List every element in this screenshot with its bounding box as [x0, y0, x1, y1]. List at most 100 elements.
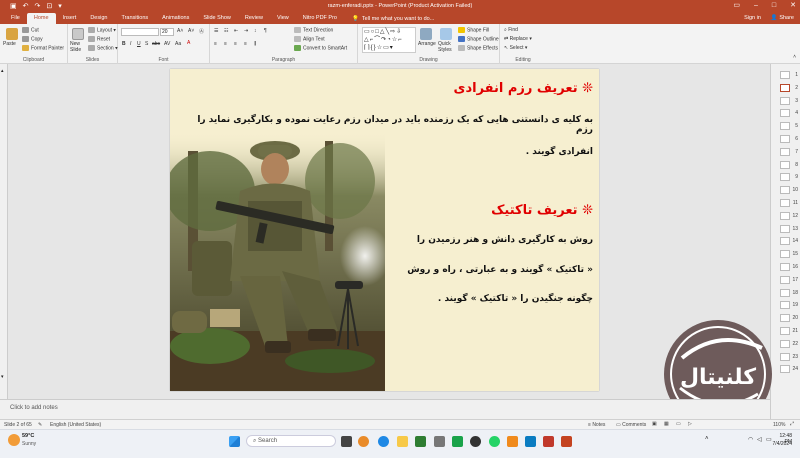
quick-styles-icon[interactable]	[440, 28, 452, 40]
notes-toggle[interactable]: ≡ Notes	[588, 422, 605, 428]
slide-thumbnail[interactable]: 10	[772, 185, 800, 196]
tray-overflow-icon[interactable]: ˄	[705, 436, 709, 442]
align-center-icon[interactable]: ≡	[224, 41, 227, 47]
align-right-icon[interactable]: ≡	[234, 41, 237, 47]
vlc-icon[interactable]	[507, 436, 518, 447]
slide-thumbnail[interactable]: 12	[772, 211, 800, 222]
char-spacing-button[interactable]: AV	[164, 41, 170, 47]
volume-icon[interactable]: ◁	[757, 436, 762, 443]
paste-icon[interactable]	[6, 28, 18, 40]
spellcheck-icon[interactable]: ✎	[38, 422, 42, 428]
select-button[interactable]: ↖ Select ▾	[504, 45, 527, 51]
maximize-button[interactable]: □	[772, 0, 776, 12]
chrome-icon[interactable]	[378, 436, 389, 447]
slideshow-view-icon[interactable]: ▷	[688, 421, 692, 427]
ribbon-display-icon[interactable]: ▭	[733, 0, 740, 12]
strikethrough-button[interactable]: abc	[152, 41, 160, 47]
align-text-button[interactable]: Align Text	[294, 36, 325, 42]
weather-sun-icon[interactable]	[8, 434, 20, 446]
powerpoint-icon[interactable]	[561, 436, 572, 447]
shape-fill-button[interactable]: Shape Fill	[458, 27, 489, 33]
clock-date[interactable]: 7/4/2024	[772, 441, 792, 447]
layout-button[interactable]: Layout ▾	[88, 27, 116, 33]
slide-thumbnail[interactable]: 22	[772, 339, 800, 350]
comments-toggle[interactable]: ▭ Comments	[616, 422, 646, 428]
slide-thumbnail[interactable]: 23	[772, 352, 800, 363]
shadow-button[interactable]: S	[145, 41, 148, 47]
replace-button[interactable]: ⇄ Replace ▾	[504, 36, 532, 42]
cut-button[interactable]: Cut	[22, 27, 39, 33]
underline-button[interactable]: U	[137, 41, 141, 47]
soldier-image[interactable]	[170, 131, 385, 391]
slide-thumbnail[interactable]: 8	[772, 160, 800, 171]
clear-format-icon[interactable]: Ⓐ	[199, 28, 204, 35]
increase-indent-icon[interactable]: ⇥	[244, 28, 248, 34]
slide-thumbnail[interactable]: 2	[772, 83, 800, 94]
battery-icon[interactable]: ▭	[766, 436, 772, 443]
notes-pane[interactable]: Click to add notes	[0, 399, 770, 419]
slide-thumbnail[interactable]: 17	[772, 275, 800, 286]
reading-view-icon[interactable]: ▭	[676, 421, 681, 427]
collapse-ribbon-icon[interactable]: ˄	[793, 54, 796, 60]
tab-file[interactable]: File	[4, 13, 27, 24]
tab-transitions[interactable]: Transitions	[114, 13, 155, 24]
font-color-icon[interactable]: A	[187, 40, 190, 46]
align-left-icon[interactable]: ≡	[214, 41, 217, 47]
tell-me-box[interactable]: 💡 Tell me what you want to do...	[352, 13, 434, 24]
tab-insert[interactable]: Insert	[56, 13, 84, 24]
slide-thumbnail[interactable]: 9	[772, 172, 800, 183]
slide-thumbnail[interactable]: 6	[772, 134, 800, 145]
share-button[interactable]: 👤 Share	[771, 15, 794, 21]
slide-thumbnail[interactable]: 14	[772, 236, 800, 247]
task-view-icon[interactable]	[341, 436, 352, 447]
shield-icon[interactable]	[452, 436, 463, 447]
grow-font-icon[interactable]: A˄	[177, 28, 183, 34]
slide-thumbnail[interactable]: 1	[772, 70, 800, 81]
weather-temp[interactable]: 59°C	[22, 433, 34, 439]
columns-icon[interactable]: ⫼	[254, 41, 256, 47]
shape-effects-button[interactable]: Shape Effects	[458, 45, 498, 51]
tab-design[interactable]: Design	[83, 13, 114, 24]
bold-button[interactable]: B	[122, 41, 126, 47]
sign-in-link[interactable]: Sign in	[744, 15, 761, 21]
shapes-gallery[interactable]: ▭○□△╲⇨⇩ △⌐⌒↷◔☆⌐ ⌈⌉{}☆▭▾	[362, 27, 416, 53]
section-button[interactable]: Section ▾	[88, 45, 118, 51]
decrease-indent-icon[interactable]: ⇤	[234, 28, 238, 34]
scroll-down-icon[interactable]: ▾	[1, 374, 4, 380]
slide-thumbnail[interactable]: 3	[772, 96, 800, 107]
zoom-level[interactable]: 110%	[773, 422, 785, 428]
fit-slide-icon[interactable]: ⤢	[790, 421, 794, 427]
slide-thumbnail[interactable]: 7	[772, 147, 800, 158]
file-explorer-icon[interactable]	[397, 436, 408, 447]
slide-thumbnail[interactable]: 11	[772, 198, 800, 209]
slide-thumbnail[interactable]: 24	[772, 364, 800, 375]
slide-thumbnail[interactable]: 5	[772, 121, 800, 132]
bullets-icon[interactable]: ☰	[214, 28, 218, 34]
slide-thumbnail[interactable]: 19	[772, 300, 800, 311]
arrange-icon[interactable]	[420, 28, 432, 40]
taskbar-search[interactable]: ⌕ Search	[246, 435, 336, 447]
tab-slide-show[interactable]: Slide Show	[196, 13, 238, 24]
app-icon-11[interactable]	[543, 436, 554, 447]
copy-button[interactable]: Copy	[22, 36, 43, 42]
tab-review[interactable]: Review	[238, 13, 270, 24]
find-button[interactable]: ⌕ Find	[504, 27, 518, 33]
font-name-box[interactable]	[121, 28, 159, 36]
text-direction-button[interactable]: Text Direction	[294, 27, 333, 33]
language-status[interactable]: English (United States)	[50, 422, 101, 428]
minimize-button[interactable]: –	[754, 0, 758, 12]
new-slide-icon[interactable]	[72, 28, 84, 40]
format-painter-button[interactable]: Format Painter	[22, 45, 64, 51]
slide-thumbnail[interactable]: 4	[772, 108, 800, 119]
slide-thumbnail[interactable]: 16	[772, 262, 800, 273]
app-icon-5[interactable]	[434, 436, 445, 447]
whatsapp-icon[interactable]	[489, 436, 500, 447]
slide-thumbnail[interactable]: 18	[772, 288, 800, 299]
line-spacing-icon[interactable]: ↕	[254, 28, 257, 34]
slide-sorter-icon[interactable]: ▦	[664, 421, 669, 427]
tab-nitro-pdf[interactable]: Nitro PDF Pro	[296, 13, 344, 24]
arrange-button[interactable]: Arrange	[418, 41, 436, 47]
obs-icon[interactable]	[470, 436, 481, 447]
numbering-icon[interactable]: ☷	[224, 28, 228, 34]
font-size-box[interactable]: 20	[160, 28, 174, 36]
